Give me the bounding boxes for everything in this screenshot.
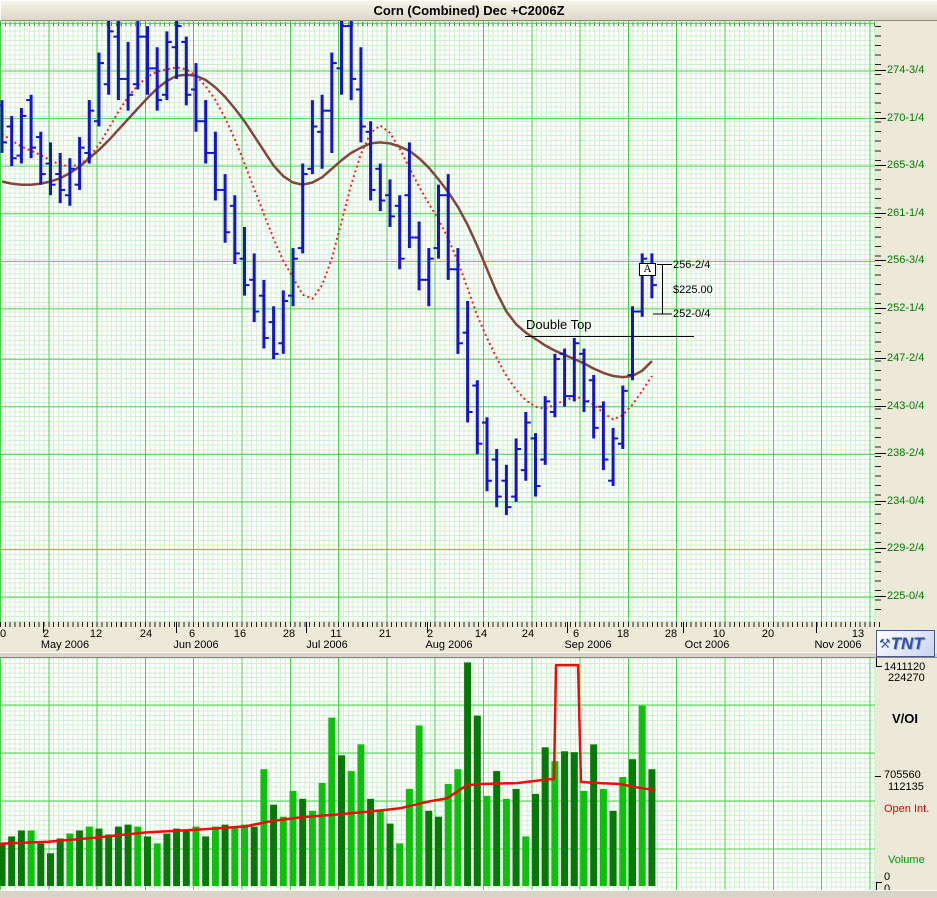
volume-max-value: 224270 [888, 672, 925, 684]
price-axis-label: 229-2/4 [874, 542, 925, 554]
date-axis-day-label: 0 [0, 628, 7, 640]
swing-low-label: 252-0/4 [673, 308, 711, 320]
month-separator-tick [427, 622, 428, 633]
month-separator-tick [816, 622, 817, 633]
price-axis-label: 274-3/4 [874, 64, 925, 76]
volume-oi-axis: 1411120 224270 V/OI 705560 112135 Open I… [875, 658, 937, 895]
month-separator-tick [306, 622, 307, 633]
tnt-logo-text: TNT [890, 633, 924, 653]
price-axis-label: 247-2/4 [874, 352, 925, 364]
chart-title: Corn (Combined) Dec +C2006Z [373, 3, 565, 18]
swing-high-label: 256-2/4 [673, 259, 711, 271]
tnt-logo[interactable]: ⚒ TNT [876, 630, 935, 657]
price-axis-label: 265-3/4 [874, 159, 925, 171]
date-axis-month-label: Sep 2006 [564, 639, 612, 651]
price-axis-label: 252-1/4 [874, 302, 925, 314]
window-title-bar: Corn (Combined) Dec +C2006Z [0, 0, 937, 21]
date-axis-month-label: Jul 2006 [306, 639, 348, 651]
volume-legend: Volume [888, 854, 925, 866]
axis-bracket-bottom [876, 882, 882, 890]
price-axis-label: 225-0/4 [874, 590, 925, 602]
date-axis: 0 2 12 24 6 16 28 11 21 2 14 24 6 18 28 10 20 13 May 2006… [0, 622, 937, 652]
month-separator-tick [176, 622, 177, 633]
month-separator-tick [567, 622, 568, 633]
open-interest-legend: Open Int. [884, 803, 930, 815]
date-axis-day-label: 20 [761, 628, 775, 640]
date-axis-month-label: Jun 2006 [173, 639, 219, 651]
price-axis: 274-3/4 270-1/4 265-3/4 261-1/4 256-3/4 252-1… [874, 21, 937, 622]
price-axis-label: 256-3/4 [874, 254, 925, 266]
price-axis-label: 234-0/4 [874, 495, 925, 507]
date-axis-day-label: 16 [233, 628, 247, 640]
date-axis-day-label: 24 [521, 628, 535, 640]
price-chart-panel[interactable]: A 256-2/4 $225.00 252-0/4 Double Top [0, 21, 875, 622]
axis-tick-mid [875, 776, 881, 777]
month-separator-tick [43, 622, 44, 633]
volume-oi-plot [0, 662, 875, 886]
date-axis-minor-ticks [0, 622, 880, 627]
date-axis-day-label: 14 [474, 628, 488, 640]
bottom-border-strip [0, 890, 937, 898]
annotation-marker-box[interactable]: A [639, 263, 656, 276]
chart-window: Corn (Combined) Dec +C2006Z A 256-2/4 $2… [0, 0, 937, 898]
price-axis-label: 270-1/4 [874, 112, 925, 124]
date-axis-month-label: Aug 2006 [425, 639, 473, 651]
month-separator-tick [683, 622, 684, 633]
measure-value-label: $225.00 [673, 284, 713, 296]
date-axis-day-label: 12 [89, 628, 103, 640]
date-axis-month-label: Nov 2006 [814, 639, 862, 651]
price-axis-label: 243-0/4 [874, 400, 925, 412]
zero-upper-label: 0 [884, 871, 891, 883]
volume-mid-value: 112135 [888, 781, 924, 793]
date-axis-day-label: 28 [664, 628, 678, 640]
date-axis-day-label: 18 [616, 628, 630, 640]
date-axis-day-label: 21 [378, 628, 392, 640]
price-plot [0, 21, 875, 598]
date-axis-day-label: 28 [282, 628, 296, 640]
price-axis-label: 261-1/4 [874, 207, 925, 219]
axis-bracket-top [876, 658, 882, 667]
hammer-pick-icon: ⚒ [879, 636, 891, 651]
price-axis-minor-ticks [875, 26, 881, 618]
price-axis-label: 238-2/4 [874, 447, 925, 459]
voi-panel-label: V/OI [892, 711, 919, 726]
date-axis-day-label: 24 [139, 628, 153, 640]
double-top-annotation: Double Top [526, 317, 592, 332]
date-axis-month-label: May 2006 [40, 639, 90, 651]
volume-oi-panel[interactable] [0, 658, 875, 890]
date-axis-month-label: Oct 2006 [684, 639, 730, 651]
oi-mid-value: 705560 [884, 769, 921, 781]
